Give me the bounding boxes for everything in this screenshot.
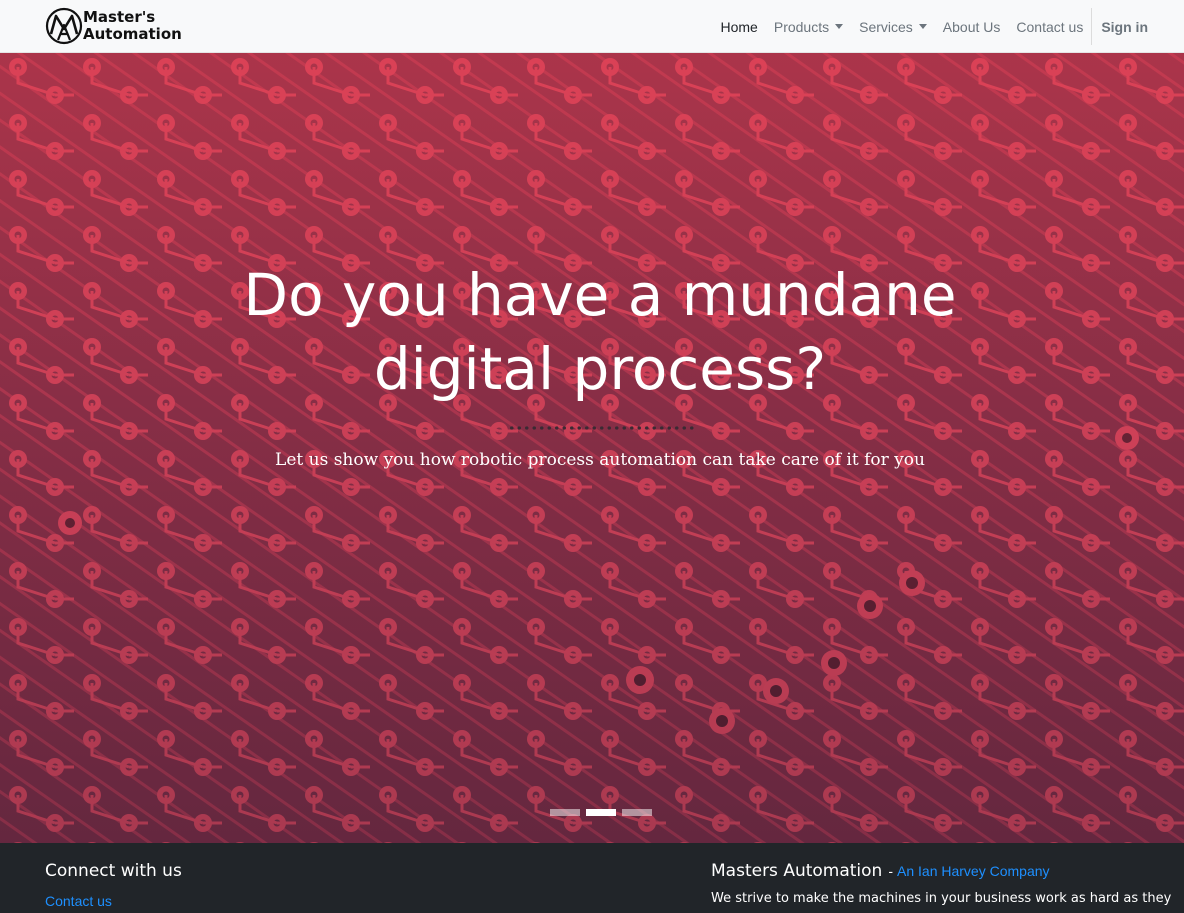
footer-company-tagline-link[interactable]: An Ian Harvey Company (897, 863, 1050, 879)
main-nav: Home Products Services About Us Contact … (713, 0, 1184, 53)
hero-color-overlay (0, 53, 1184, 843)
sign-in-link[interactable]: Sign in (1093, 19, 1184, 35)
brand-logo-icon (45, 7, 83, 45)
nav-contact[interactable]: Contact us (1008, 19, 1091, 35)
chevron-down-icon (835, 24, 844, 29)
nav-products-label: Products (773, 18, 830, 35)
footer-connect-section: Connect with us Contact us (45, 861, 182, 909)
footer-title-separator: - (888, 863, 893, 879)
hero-title: Do you have a mundane digital process? (200, 258, 1000, 406)
dotted-divider (508, 426, 694, 430)
brand-name: Master's Automation (83, 9, 182, 43)
footer-description: We strive to make the machines in your b… (711, 891, 1172, 906)
nav-services-label: Services (859, 18, 913, 35)
footer-connect-heading: Connect with us (45, 861, 182, 881)
top-navbar: Master's Automation Home Products Servic… (0, 0, 1184, 53)
hero-title-line1: Do you have a mundane (243, 261, 957, 329)
carousel-indicator-1[interactable] (550, 809, 580, 816)
brand-link[interactable]: Master's Automation (45, 6, 182, 46)
chevron-down-icon (918, 24, 927, 29)
hero-subtitle: Let us show you how robotic process auto… (275, 450, 925, 470)
footer-contact-link[interactable]: Contact us (45, 893, 182, 909)
nav-products-dropdown[interactable]: Products (766, 19, 851, 35)
site-footer: Connect with us Contact us Masters Autom… (0, 843, 1184, 913)
brand-name-line1: Master's (83, 8, 156, 26)
hero-title-line2: digital process? (373, 335, 827, 403)
nav-divider (1091, 8, 1093, 45)
carousel-indicators (550, 809, 652, 816)
nav-home[interactable]: Home (713, 19, 766, 35)
carousel-indicator-3[interactable] (622, 809, 652, 816)
brand-name-line2: Automation (83, 25, 182, 43)
footer-company-title: Masters Automation (711, 861, 883, 881)
carousel-indicator-2[interactable] (586, 809, 616, 816)
hero-carousel: Do you have a mundane digital process? L… (0, 53, 1184, 843)
nav-about[interactable]: About Us (935, 19, 1009, 35)
footer-about-section: Masters Automation - An Ian Harvey Compa… (711, 861, 1171, 906)
nav-services-dropdown[interactable]: Services (851, 19, 935, 35)
